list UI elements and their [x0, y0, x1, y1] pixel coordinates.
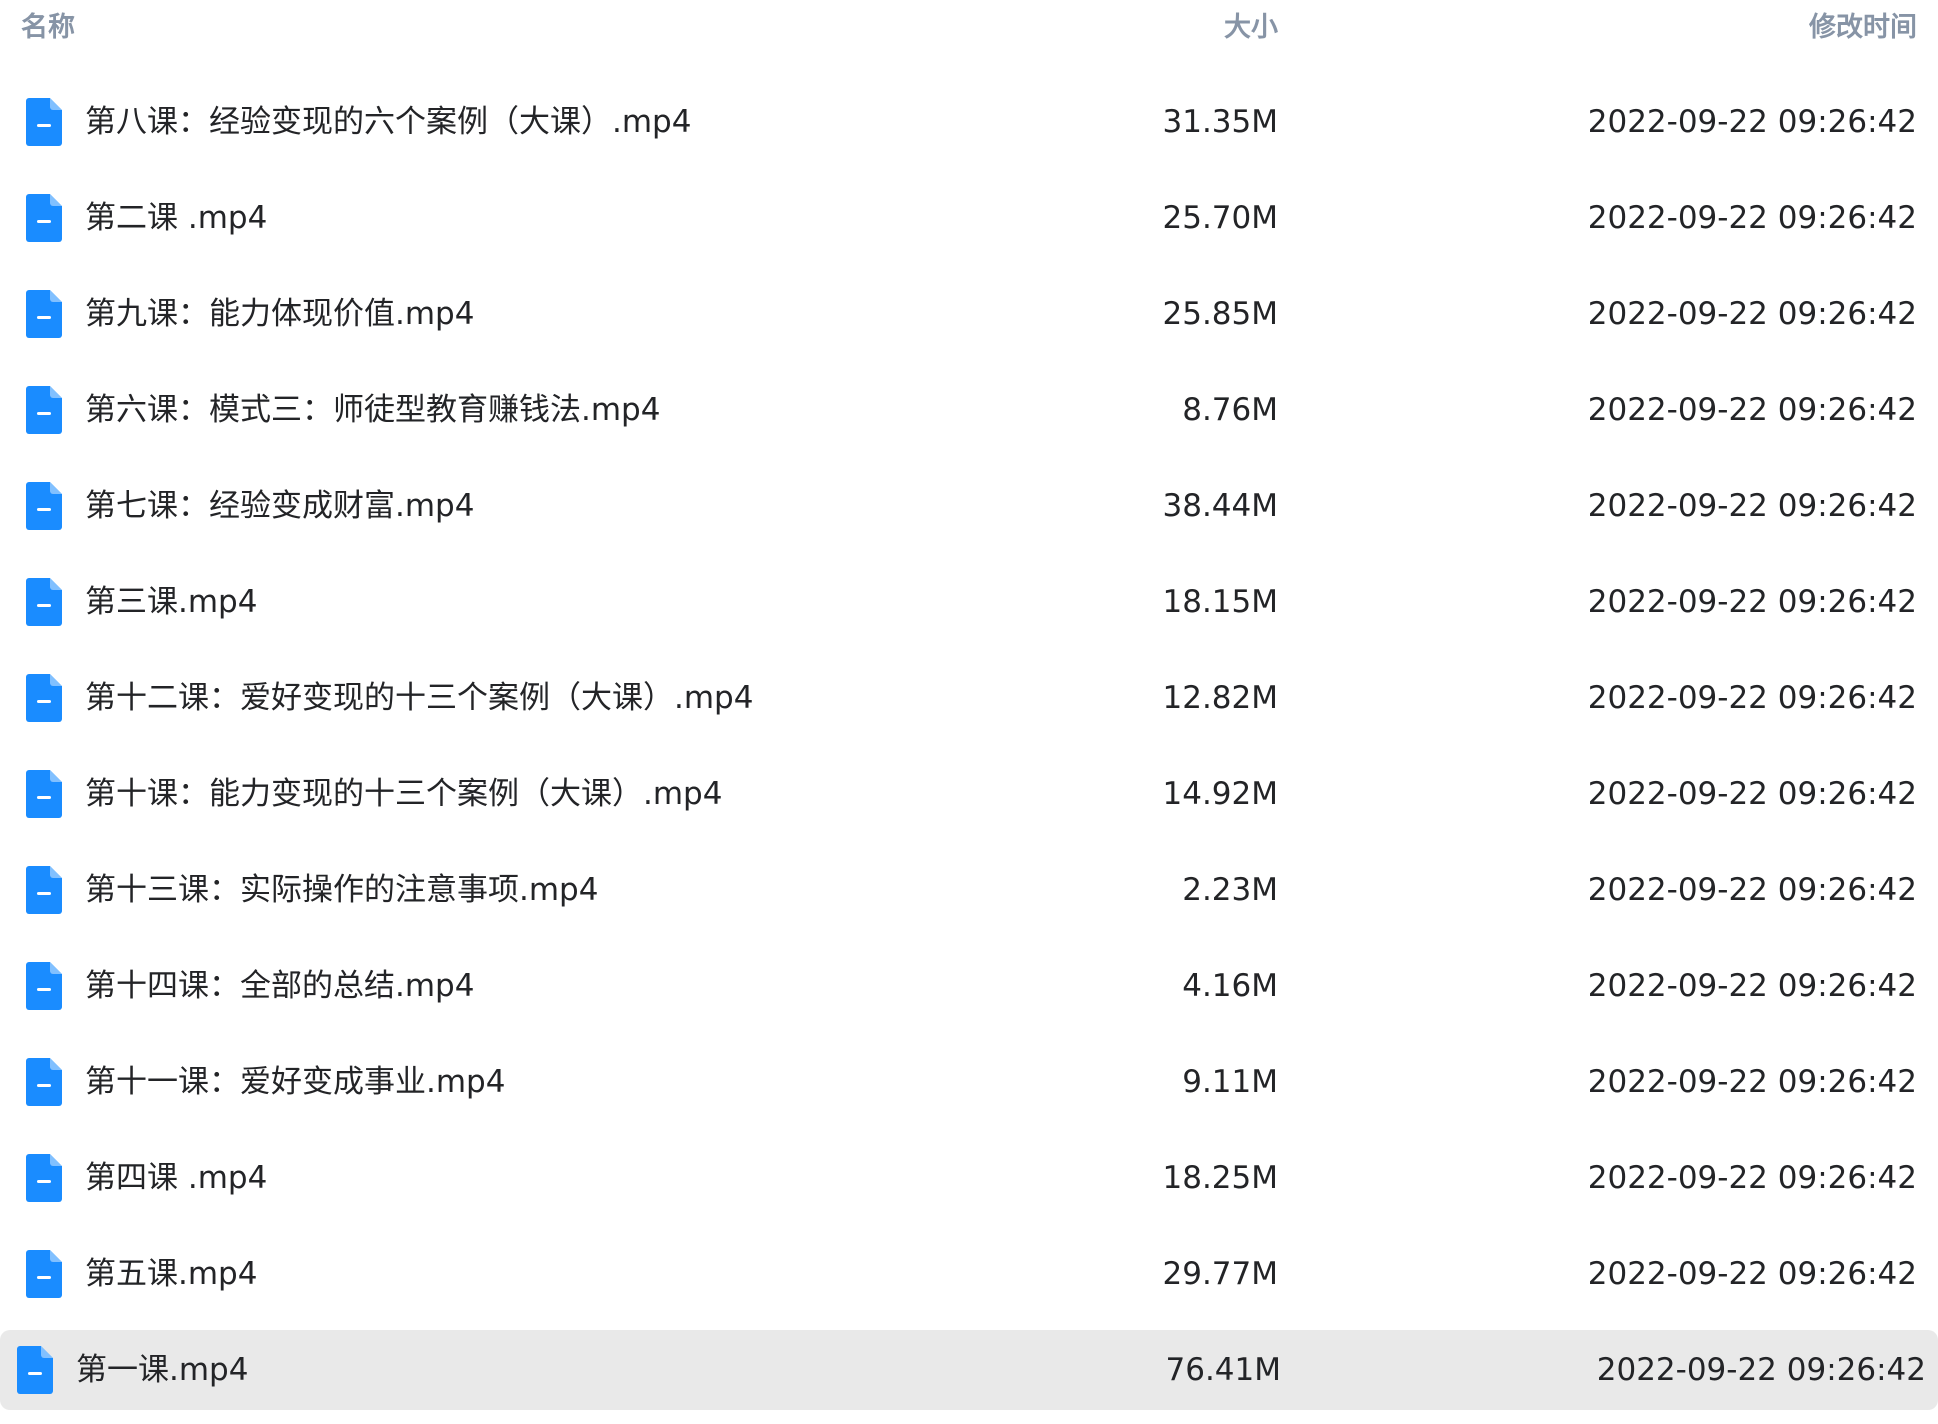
file-size: 29.77M [1162, 1256, 1279, 1292]
file-size: 14.92M [1162, 776, 1279, 812]
file-name: 第三课.mp4 [85, 584, 258, 620]
file-row[interactable]: 第六课：模式三：师徒型教育赚钱法.mp4 8.76M 2022-09-22 09… [0, 370, 1938, 450]
file-list: 名称 大小 修改时间 第八课：经验变现的六个案例（大课）.mp4 31.35M … [0, 0, 1938, 1424]
file-row[interactable]: 第九课：能力体现价值.mp4 25.85M 2022-09-22 09:26:4… [0, 274, 1938, 354]
file-modified-time: 2022-09-22 09:26:42 [1587, 200, 1917, 236]
file-name: 第四课 .mp4 [85, 1160, 268, 1196]
file-name: 第八课：经验变现的六个案例（大课）.mp4 [85, 104, 692, 140]
file-modified-time: 2022-09-22 09:26:42 [1587, 1256, 1917, 1292]
file-row[interactable]: 第八课：经验变现的六个案例（大课）.mp4 31.35M 2022-09-22 … [0, 82, 1938, 162]
file-row-selected[interactable]: 第一课.mp4 76.41M 2022-09-22 09:26:42 [0, 1330, 1938, 1410]
file-row[interactable]: 第五课.mp4 29.77M 2022-09-22 09:26:42 [0, 1234, 1938, 1314]
file-document-icon [26, 1058, 62, 1106]
file-modified-time: 2022-09-22 09:26:42 [1596, 1352, 1926, 1388]
file-document-icon [17, 1346, 53, 1394]
file-modified-time: 2022-09-22 09:26:42 [1587, 104, 1917, 140]
file-size: 38.44M [1162, 488, 1279, 524]
file-size: 8.76M [1182, 392, 1278, 428]
file-modified-time: 2022-09-22 09:26:42 [1587, 1064, 1917, 1100]
file-modified-time: 2022-09-22 09:26:42 [1587, 584, 1917, 620]
file-row[interactable]: 第十三课：实际操作的注意事项.mp4 2.23M 2022-09-22 09:2… [0, 850, 1938, 930]
file-name: 第十三课：实际操作的注意事项.mp4 [85, 872, 599, 908]
file-document-icon [26, 674, 62, 722]
file-document-icon [26, 1154, 62, 1202]
file-size: 2.23M [1182, 872, 1278, 908]
file-row[interactable]: 第十课：能力变现的十三个案例（大课）.mp4 14.92M 2022-09-22… [0, 754, 1938, 834]
file-modified-time: 2022-09-22 09:26:42 [1587, 872, 1917, 908]
file-size: 76.41M [1165, 1352, 1282, 1388]
file-size: 9.11M [1182, 1064, 1278, 1100]
file-name: 第九课：能力体现价值.mp4 [85, 296, 475, 332]
file-size: 25.85M [1162, 296, 1279, 332]
file-document-icon [26, 962, 62, 1010]
file-name: 第十四课：全部的总结.mp4 [85, 968, 475, 1004]
file-size: 18.25M [1162, 1160, 1279, 1196]
file-modified-time: 2022-09-22 09:26:42 [1587, 680, 1917, 716]
file-modified-time: 2022-09-22 09:26:42 [1587, 1160, 1917, 1196]
file-size: 12.82M [1162, 680, 1279, 716]
file-row[interactable]: 第十一课：爱好变成事业.mp4 9.11M 2022-09-22 09:26:4… [0, 1042, 1938, 1122]
file-row[interactable]: 第十四课：全部的总结.mp4 4.16M 2022-09-22 09:26:42 [0, 946, 1938, 1026]
column-header-size[interactable]: 大小 [1224, 10, 1278, 46]
file-row[interactable]: 第十二课：爱好变现的十三个案例（大课）.mp4 12.82M 2022-09-2… [0, 658, 1938, 738]
file-modified-time: 2022-09-22 09:26:42 [1587, 776, 1917, 812]
file-document-icon [26, 578, 62, 626]
file-document-icon [26, 1250, 62, 1298]
file-row[interactable]: 第三课.mp4 18.15M 2022-09-22 09:26:42 [0, 562, 1938, 642]
column-header-name[interactable]: 名称 [21, 10, 75, 46]
file-modified-time: 2022-09-22 09:26:42 [1587, 392, 1917, 428]
column-header-modified-time[interactable]: 修改时间 [1809, 10, 1917, 46]
file-size: 25.70M [1162, 200, 1279, 236]
file-name: 第十二课：爱好变现的十三个案例（大课）.mp4 [85, 680, 754, 716]
file-name: 第十课：能力变现的十三个案例（大课）.mp4 [85, 776, 723, 812]
file-modified-time: 2022-09-22 09:26:42 [1587, 488, 1917, 524]
file-name: 第七课：经验变成财富.mp4 [85, 488, 475, 524]
list-header: 名称 大小 修改时间 [0, 0, 1938, 58]
file-size: 4.16M [1182, 968, 1278, 1004]
file-name: 第一课.mp4 [76, 1352, 249, 1388]
file-row[interactable]: 第四课 .mp4 18.25M 2022-09-22 09:26:42 [0, 1138, 1938, 1218]
file-name: 第六课：模式三：师徒型教育赚钱法.mp4 [85, 392, 661, 428]
file-document-icon [26, 98, 62, 146]
file-name: 第二课 .mp4 [85, 200, 268, 236]
file-name: 第五课.mp4 [85, 1256, 258, 1292]
file-name: 第十一课：爱好变成事业.mp4 [85, 1064, 506, 1100]
file-document-icon [26, 482, 62, 530]
file-modified-time: 2022-09-22 09:26:42 [1587, 296, 1917, 332]
file-document-icon [26, 386, 62, 434]
file-modified-time: 2022-09-22 09:26:42 [1587, 968, 1917, 1004]
file-size: 31.35M [1162, 104, 1279, 140]
file-row[interactable]: 第二课 .mp4 25.70M 2022-09-22 09:26:42 [0, 178, 1938, 258]
file-document-icon [26, 770, 62, 818]
file-size: 18.15M [1162, 584, 1279, 620]
file-document-icon [26, 866, 62, 914]
file-document-icon [26, 194, 62, 242]
file-document-icon [26, 290, 62, 338]
file-row[interactable]: 第七课：经验变成财富.mp4 38.44M 2022-09-22 09:26:4… [0, 466, 1938, 546]
